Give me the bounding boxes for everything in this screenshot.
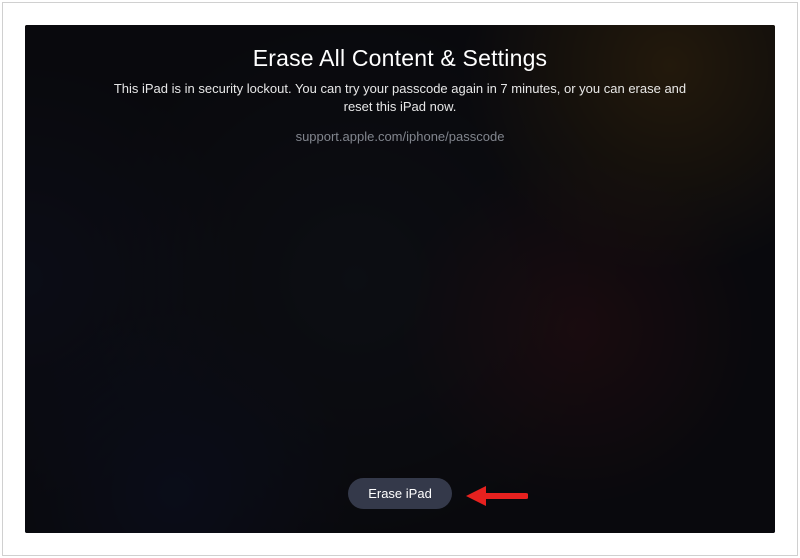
erase-ipad-button[interactable]: Erase iPad	[348, 478, 452, 509]
footer-actions: Erase iPad	[25, 478, 775, 509]
support-url-text: support.apple.com/iphone/passcode	[296, 129, 505, 144]
document-frame: Erase All Content & Settings This iPad i…	[2, 2, 798, 556]
ipad-lockout-screen: Erase All Content & Settings This iPad i…	[25, 25, 775, 533]
page-title: Erase All Content & Settings	[253, 45, 548, 72]
content-stack: Erase All Content & Settings This iPad i…	[25, 25, 775, 533]
lockout-description: This iPad is in security lockout. You ca…	[100, 80, 700, 115]
